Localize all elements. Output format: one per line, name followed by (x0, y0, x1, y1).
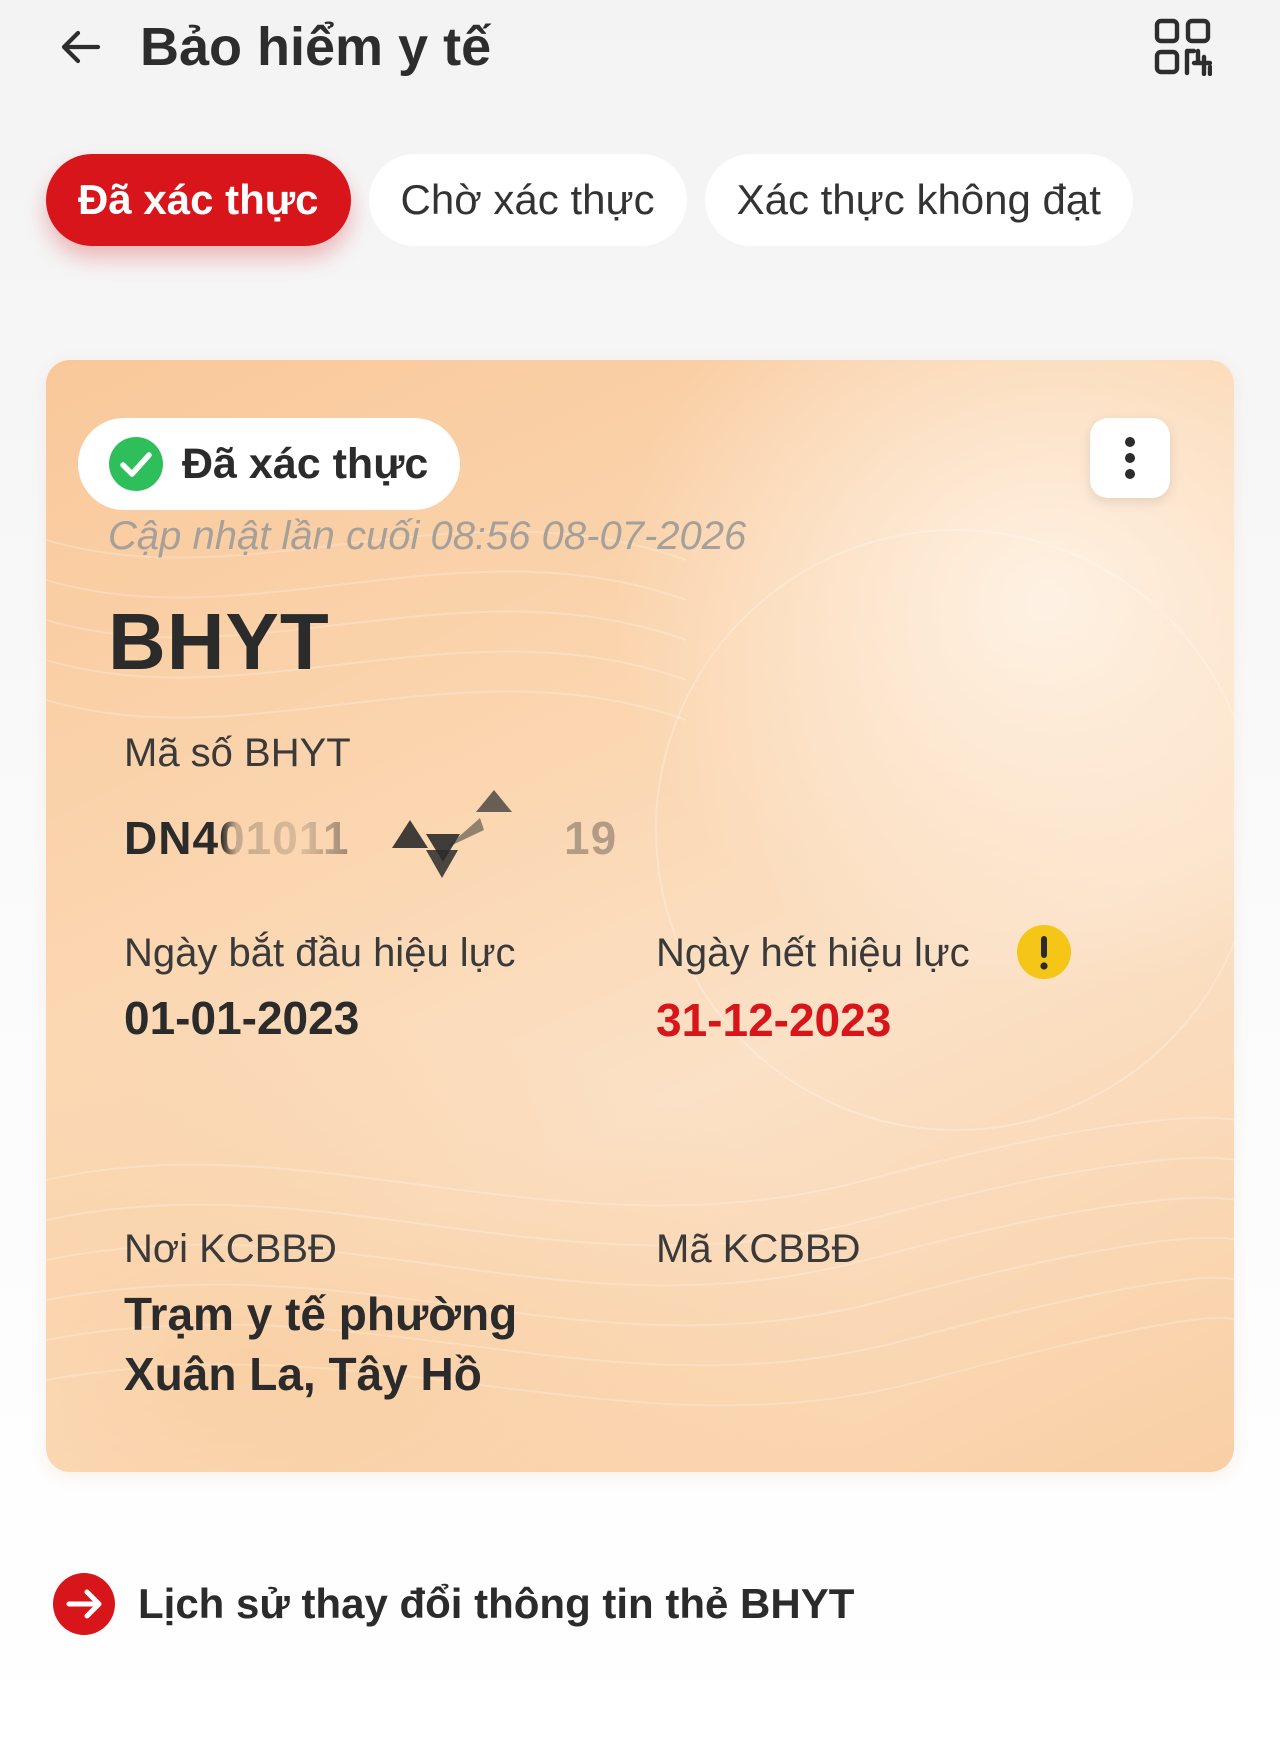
insurance-card: Đã xác thực Cập nhật lần cuối 08:56 08-0… (46, 360, 1234, 1472)
bhyt-code-label: Mã số BHYT (124, 731, 351, 775)
back-button[interactable] (50, 16, 112, 78)
qr-code-icon (1154, 18, 1212, 76)
arrow-right-circle-icon (53, 1573, 115, 1635)
start-date-value: 01-01-2023 (124, 992, 360, 1044)
card-more-button[interactable] (1090, 418, 1170, 498)
status-label: Đã xác thực (182, 439, 429, 488)
card-history-label: Lịch sử thay đổi thông tin thẻ BHYT (138, 1580, 855, 1627)
bhyt-code-field: DN401011 19 (124, 790, 644, 890)
app-header: Bảo hiểm y tế (0, 0, 1280, 100)
check-circle-icon (108, 436, 164, 492)
more-vertical-icon (1125, 437, 1135, 479)
start-date-label: Ngày bắt đầu hiệu lực (124, 931, 516, 975)
end-date-label: Ngày hết hiệu lực (656, 931, 970, 975)
end-date-value: 31-12-2023 (656, 994, 892, 1046)
last-updated-text: Cập nhật lần cuối 08:56 08-07-2026 (108, 514, 747, 558)
card-type-title: BHYT (108, 597, 330, 686)
page-title: Bảo hiểm y tế (140, 17, 492, 77)
card-history-link[interactable]: Lịch sử thay đổi thông tin thẻ BHYT (52, 1572, 854, 1636)
redaction-mark (392, 790, 512, 878)
kcbbd-place-value: Trạm y tế phường Xuân La, Tây Hồ (124, 1288, 518, 1400)
verification-tabs: Đã xác thực Chờ xác thực Xác thực không … (46, 154, 1133, 246)
tab-pending[interactable]: Chờ xác thực (368, 154, 687, 246)
arrow-left-icon (61, 30, 101, 64)
tab-verified[interactable]: Đã xác thực (46, 154, 351, 246)
status-badge: Đã xác thực (78, 418, 461, 510)
tab-failed[interactable]: Xác thực không đạt (704, 154, 1133, 246)
qr-code-button[interactable] (1150, 14, 1216, 80)
warning-icon[interactable] (1016, 924, 1072, 980)
kcbbd-code-label: Mã KCBBĐ (656, 1227, 861, 1271)
kcbbd-place-label: Nơi KCBBĐ (124, 1227, 337, 1271)
